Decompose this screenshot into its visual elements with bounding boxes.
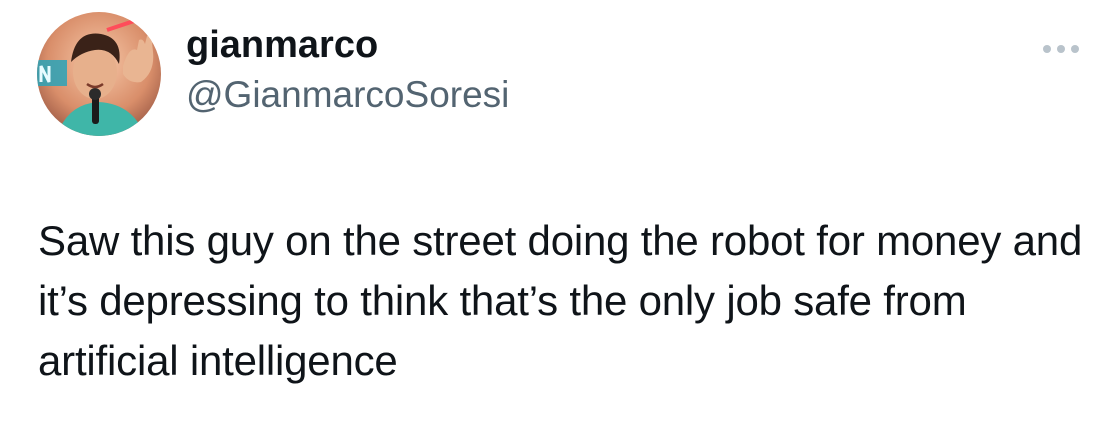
more-options-button[interactable] xyxy=(1036,38,1086,60)
author-avatar[interactable] xyxy=(37,12,161,136)
author-info: gianmarco @GianmarcoSoresi xyxy=(186,22,509,118)
more-horizontal-icon xyxy=(1043,45,1079,53)
author-handle[interactable]: @GianmarcoSoresi xyxy=(186,72,509,118)
tweet-card: gianmarco @GianmarcoSoresi Saw this guy … xyxy=(0,0,1096,429)
tweet-text: Saw this guy on the street doing the rob… xyxy=(38,217,1083,384)
avatar-image xyxy=(37,12,161,136)
author-display-name[interactable]: gianmarco xyxy=(186,22,509,68)
